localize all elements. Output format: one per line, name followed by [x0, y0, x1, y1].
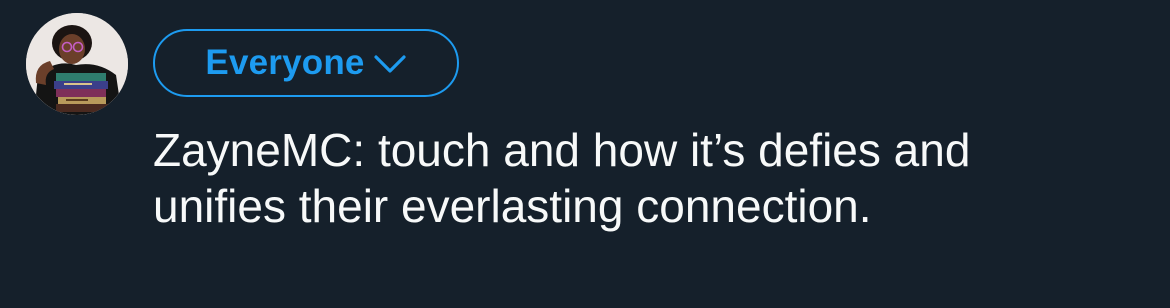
- avatar[interactable]: [26, 13, 128, 115]
- audience-label: Everyone: [205, 43, 365, 82]
- audience-selector-button[interactable]: Everyone: [153, 29, 459, 97]
- tweet-text-input[interactable]: ZayneMC: touch and how it’s defies and u…: [153, 122, 1153, 234]
- profile-photo-icon: [26, 13, 128, 115]
- tweet-composer: Everyone ZayneMC: touch and how it’s def…: [0, 0, 1170, 308]
- chevron-down-icon: [373, 55, 406, 73]
